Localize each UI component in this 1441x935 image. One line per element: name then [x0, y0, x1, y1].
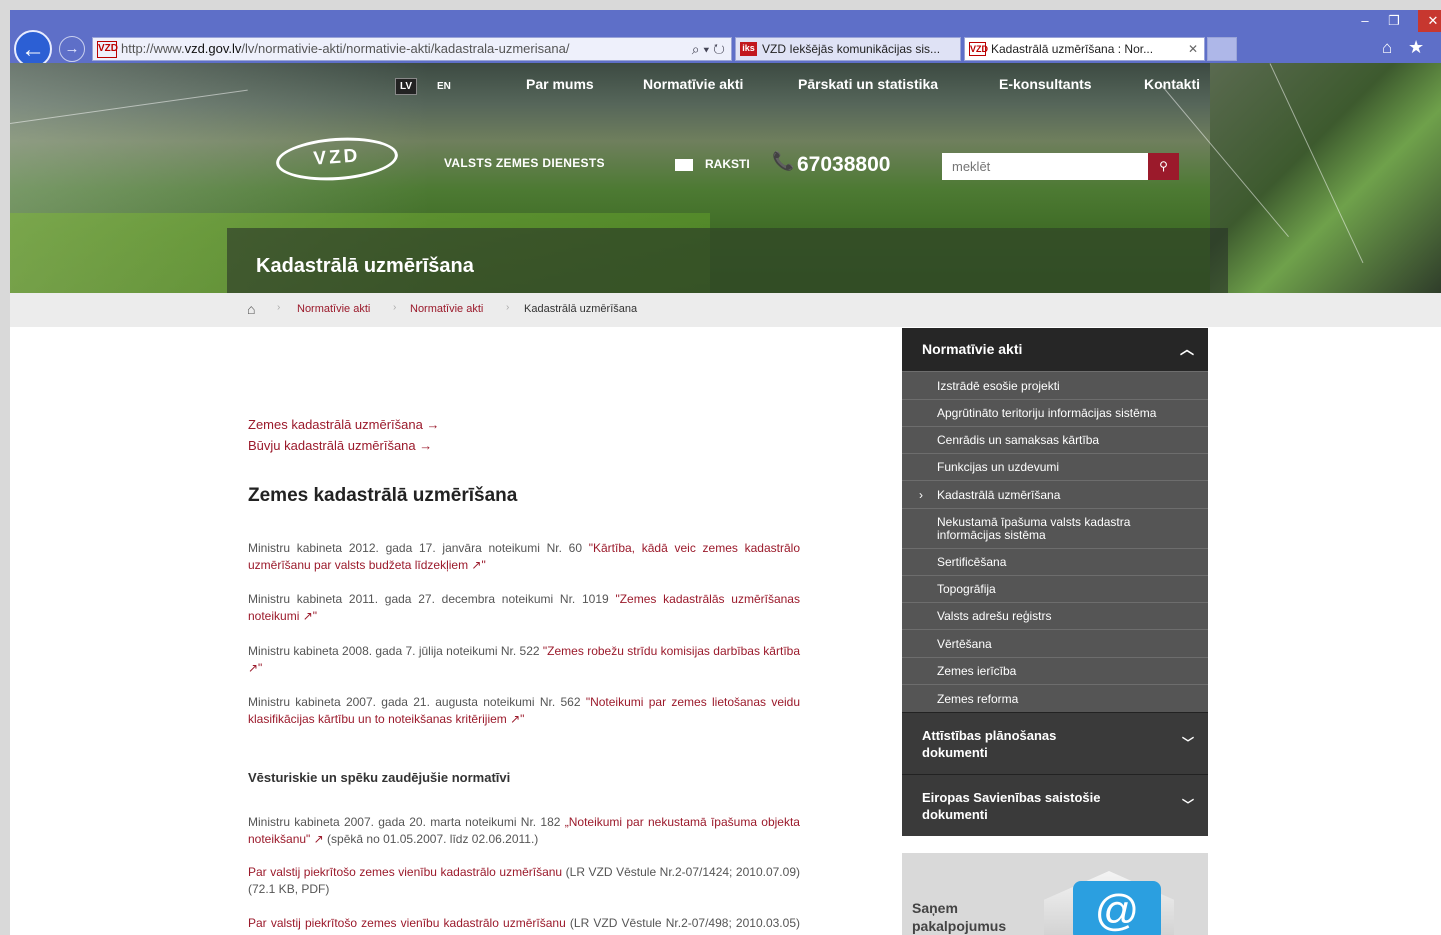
breadcrumb-link[interactable]: Normatīvie akti — [410, 303, 483, 315]
lang-lv[interactable]: LV — [395, 78, 418, 95]
sidebar-section-attistibas[interactable]: Attīstības plānošanas dokumenti ﹀ — [902, 712, 1208, 774]
nav-parskati[interactable]: Pārskati un statistika — [798, 76, 938, 92]
new-tab-button[interactable] — [1207, 37, 1237, 61]
chevron-up-icon: ︿ — [1180, 341, 1194, 357]
sidebar-section-es[interactable]: Eiropas Savienības saistošie dokumenti ﹀ — [902, 774, 1208, 836]
arrow-left-icon: ← — [21, 36, 45, 63]
nav-par-mums[interactable]: Par mums — [526, 76, 594, 92]
phone-icon: 📞 — [772, 151, 795, 171]
close-tab-icon[interactable]: ✕ — [1188, 38, 1198, 60]
mail-icon[interactable] — [675, 159, 693, 171]
regulation-item: Ministru kabineta 2011. gada 27. decembr… — [248, 592, 800, 623]
sidebar-item-kadastrala[interactable]: › Kadastrālā uzmērīšana — [902, 480, 1208, 508]
search-refresh-icon[interactable]: ⌕ ▾ ↻ — [692, 38, 725, 60]
search-icon: ⚲ — [1159, 159, 1168, 173]
breadcrumb-current: Kadastrālā uzmērīšana — [524, 303, 638, 315]
nav-normativie-akti[interactable]: Normatīvie akti — [643, 76, 743, 92]
nav-e-konsultants[interactable]: E-konsultants — [999, 76, 1092, 92]
phone-number: 67038800 — [797, 153, 891, 176]
site-header: LV EN Par mums Normatīvie akti Pārskati … — [10, 63, 1441, 293]
star-icon[interactable]: ★ — [1408, 37, 1424, 58]
sidebar-item-ierciba[interactable]: Zemes ierīcība — [902, 657, 1208, 684]
chevron-right-icon: › — [506, 302, 510, 313]
browser-toolbar: – ❐ ✕ ← → VZD http://www.vzd.gov.lv/lv/n… — [10, 10, 1441, 68]
page-title: Kadastrālā uzmērīšana — [256, 255, 474, 277]
chevron-right-icon: › — [277, 302, 281, 313]
search-button[interactable]: ⚲ — [1148, 153, 1179, 180]
section-heading: Zemes kadastrālā uzmērīšana — [248, 485, 518, 506]
sidebar-item-apgrutinato[interactable]: Apgrūtināto teritoriju informācijas sist… — [902, 399, 1208, 426]
sub-heading: Vēsturiskie un spēku zaudējušie normatīv… — [248, 770, 511, 785]
write-link[interactable]: RAKSTI — [705, 157, 750, 171]
chevron-right-icon: › — [919, 488, 923, 502]
sidebar-item-vertesana[interactable]: Vērtēšana — [902, 629, 1208, 657]
sidebar-item-nekustama[interactable]: Nekustamā īpašuma valsts kadastra inform… — [902, 508, 1208, 548]
arrow-right-icon: → — [64, 40, 80, 57]
home-icon[interactable]: ⌂ — [247, 301, 255, 317]
search-input[interactable] — [942, 153, 1148, 180]
url-path: /lv/normativie-akti/normativie-akti/kada… — [241, 41, 570, 56]
regulation-item: Ministru kabineta 2007. gada 21. augusta… — [248, 695, 801, 726]
tab-favicon-icon: iks — [740, 42, 757, 56]
nav-kontakti[interactable]: Kontakti — [1144, 76, 1200, 92]
sidebar-item-adresu[interactable]: Valsts adrešu reģistrs — [902, 602, 1208, 629]
services-banner[interactable]: Saņem pakalpojumus @ — [902, 853, 1208, 935]
history-item: Ministru kabineta 2007. gada 20. marta n… — [248, 815, 800, 846]
tab-favicon-icon: VZD — [969, 42, 988, 56]
promo-text: Saņem pakalpojumus — [912, 900, 1007, 934]
email-at-icon: @ — [1073, 881, 1161, 935]
home-icon[interactable]: ⌂ — [1382, 38, 1392, 58]
regulation-item: Ministru kabineta 2012. gada 17. janvāra… — [248, 541, 800, 572]
tab-title: VZD Iekšējās komunikācijas sis... — [762, 42, 941, 56]
lang-en[interactable]: EN — [437, 81, 451, 92]
history-item: Par valstij piekrītošo zemes vienību kad… — [248, 865, 800, 896]
history-link[interactable]: Par valstij piekrītošo zemes vienību kad… — [248, 865, 562, 879]
chevron-down-icon: ﹀ — [1181, 736, 1194, 750]
history-link[interactable]: Par valstij piekrītošo zemes vienību kad… — [248, 916, 566, 930]
chevron-right-icon: › — [393, 302, 397, 313]
tab-title: Kadastrālā uzmērīšana : Nor... — [991, 42, 1154, 56]
sidebar-item-funkcijas[interactable]: Funkcijas un uzdevumi — [902, 453, 1208, 480]
aerial-photo — [1210, 63, 1441, 293]
sidebar-item-reforma[interactable]: Zemes reforma — [902, 684, 1208, 712]
url-prefix: http://www. — [121, 41, 185, 56]
sidebar-menu: Normatīvie akti ︿ Izstrādē esošie projek… — [902, 328, 1208, 836]
minimize-button[interactable]: – — [1353, 10, 1377, 32]
sidebar-item-topografija[interactable]: Topogrāfija — [902, 575, 1208, 602]
breadcrumb: ⌂ › Normatīvie akti › Normatīvie akti › … — [10, 293, 1441, 327]
quick-link[interactable]: Būvju kadastrālā uzmērīšana → — [248, 438, 432, 453]
org-name: VALSTS ZEMES DIENESTS — [444, 156, 605, 170]
close-window-button[interactable]: ✕ — [1418, 10, 1441, 32]
tab-kadastrala[interactable]: VZD Kadastrālā uzmērīšana : Nor... ✕ — [964, 37, 1205, 61]
breadcrumb-link[interactable]: Normatīvie akti — [297, 303, 370, 315]
forward-button[interactable]: → — [59, 36, 85, 62]
url-host: vzd.gov.lv — [184, 41, 242, 56]
quick-link[interactable]: Zemes kadastrālā uzmērīšana → — [248, 417, 439, 432]
sidebar-item-izstrade[interactable]: Izstrādē esošie projekti — [902, 371, 1208, 399]
address-bar[interactable]: VZD http://www.vzd.gov.lv/lv/normativie-… — [92, 37, 732, 61]
regulation-item: Ministru kabineta 2008. gada 7. jūlija n… — [248, 644, 800, 675]
maximize-button[interactable]: ❐ — [1382, 10, 1406, 32]
history-item: Par valstij piekrītošo zemes vienību kad… — [248, 916, 800, 935]
browser-window: – ❐ ✕ ← → VZD http://www.vzd.gov.lv/lv/n… — [10, 10, 1441, 935]
site-favicon-icon: VZD — [97, 41, 118, 58]
sidebar-head[interactable]: Normatīvie akti ︿ — [902, 328, 1208, 371]
sidebar-item-sertificesana[interactable]: Sertificēšana — [902, 548, 1208, 575]
chevron-down-icon: ﹀ — [1181, 798, 1194, 812]
tab-iks[interactable]: iks VZD Iekšējās komunikācijas sis... — [735, 37, 961, 61]
sidebar-item-cenradis[interactable]: Cenrādis un samaksas kārtība — [902, 426, 1208, 453]
